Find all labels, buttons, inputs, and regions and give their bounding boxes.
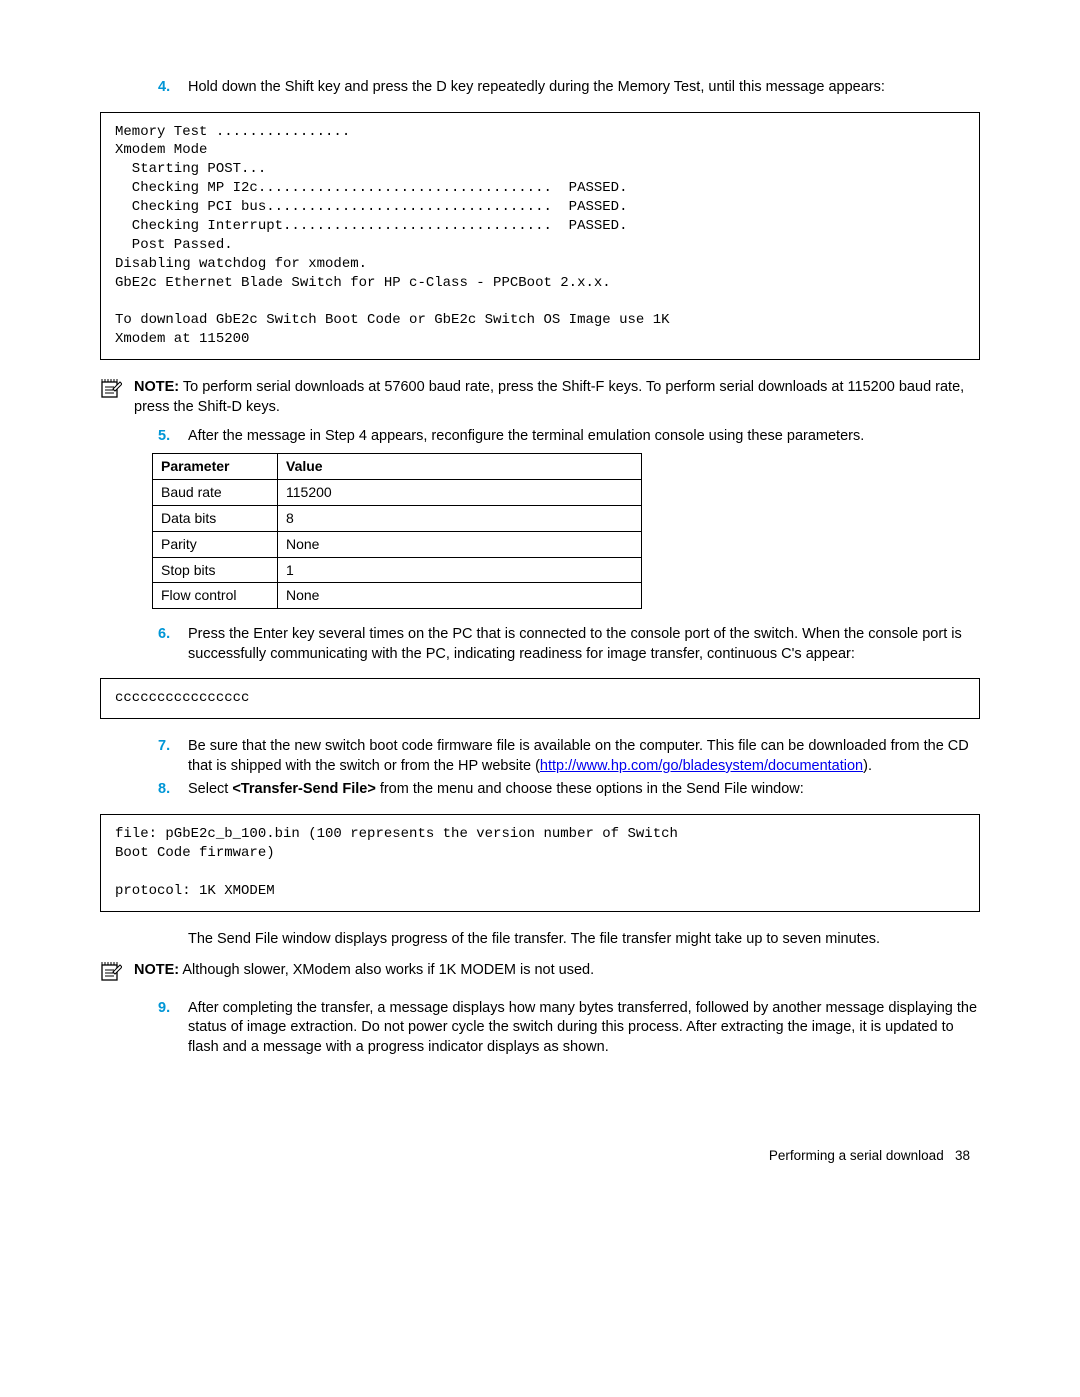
step-number: 4. bbox=[152, 78, 188, 98]
page-footer: Performing a serial download 38 bbox=[100, 1147, 980, 1165]
step-5: 5. After the message in Step 4 appears, … bbox=[152, 427, 980, 447]
step-number: 9. bbox=[152, 999, 188, 1058]
step-8: 8. Select <Transfer-Send File> from the … bbox=[152, 780, 980, 800]
header-parameter: Parameter bbox=[153, 453, 278, 479]
hp-documentation-link[interactable]: http://www.hp.com/go/bladesystem/documen… bbox=[540, 758, 863, 774]
code-block-memory-test: Memory Test ................ Xmodem Mode… bbox=[100, 112, 980, 361]
transfer-send-file-bold: <Transfer-Send File> bbox=[232, 781, 375, 797]
code-block-cs: cccccccccccccccc bbox=[100, 678, 980, 719]
table-row: Baud rate115200 bbox=[153, 479, 642, 505]
table-row: Data bits8 bbox=[153, 505, 642, 531]
step-text: Be sure that the new switch boot code fi… bbox=[188, 737, 980, 776]
table-row: Stop bits1 bbox=[153, 557, 642, 583]
step-6: 6. Press the Enter key several times on … bbox=[152, 625, 980, 664]
step-9: 9. After completing the transfer, a mess… bbox=[152, 999, 980, 1058]
note-text: Although slower, XModem also works if 1K… bbox=[179, 962, 594, 978]
step-4: 4. Hold down the Shift key and press the… bbox=[152, 78, 980, 98]
note-label: NOTE: bbox=[134, 379, 179, 395]
step-text: After the message in Step 4 appears, rec… bbox=[188, 427, 980, 447]
footer-page-number: 38 bbox=[955, 1148, 970, 1163]
step-text: Select <Transfer-Send File> from the men… bbox=[188, 780, 980, 800]
step-number: 7. bbox=[152, 737, 188, 776]
note-baud-rates: NOTE: To perform serial downloads at 576… bbox=[100, 378, 980, 417]
step-number: 8. bbox=[152, 780, 188, 800]
note-icon bbox=[100, 961, 134, 989]
step-text: After completing the transfer, a message… bbox=[188, 999, 980, 1058]
note-text: To perform serial downloads at 57600 bau… bbox=[134, 379, 964, 415]
step-number: 6. bbox=[152, 625, 188, 664]
table-row: Flow controlNone bbox=[153, 583, 642, 609]
header-value: Value bbox=[278, 453, 642, 479]
note-icon bbox=[100, 378, 134, 406]
note-label: NOTE: bbox=[134, 962, 179, 978]
footer-section: Performing a serial download bbox=[769, 1148, 944, 1163]
step-number: 5. bbox=[152, 427, 188, 447]
note-xmodem: NOTE: Although slower, XModem also works… bbox=[100, 961, 980, 989]
table-header-row: Parameter Value bbox=[153, 453, 642, 479]
step-follow-text: The Send File window displays progress o… bbox=[188, 930, 980, 950]
step-text: Press the Enter key several times on the… bbox=[188, 625, 980, 664]
parameters-table: Parameter Value Baud rate115200 Data bit… bbox=[152, 453, 642, 609]
table-row: ParityNone bbox=[153, 531, 642, 557]
code-block-file-protocol: file: pGbE2c_b_100.bin (100 represents t… bbox=[100, 814, 980, 912]
step-text: Hold down the Shift key and press the D … bbox=[188, 78, 980, 98]
step-7: 7. Be sure that the new switch boot code… bbox=[152, 737, 980, 776]
step-8-follow: The Send File window displays progress o… bbox=[152, 930, 980, 950]
